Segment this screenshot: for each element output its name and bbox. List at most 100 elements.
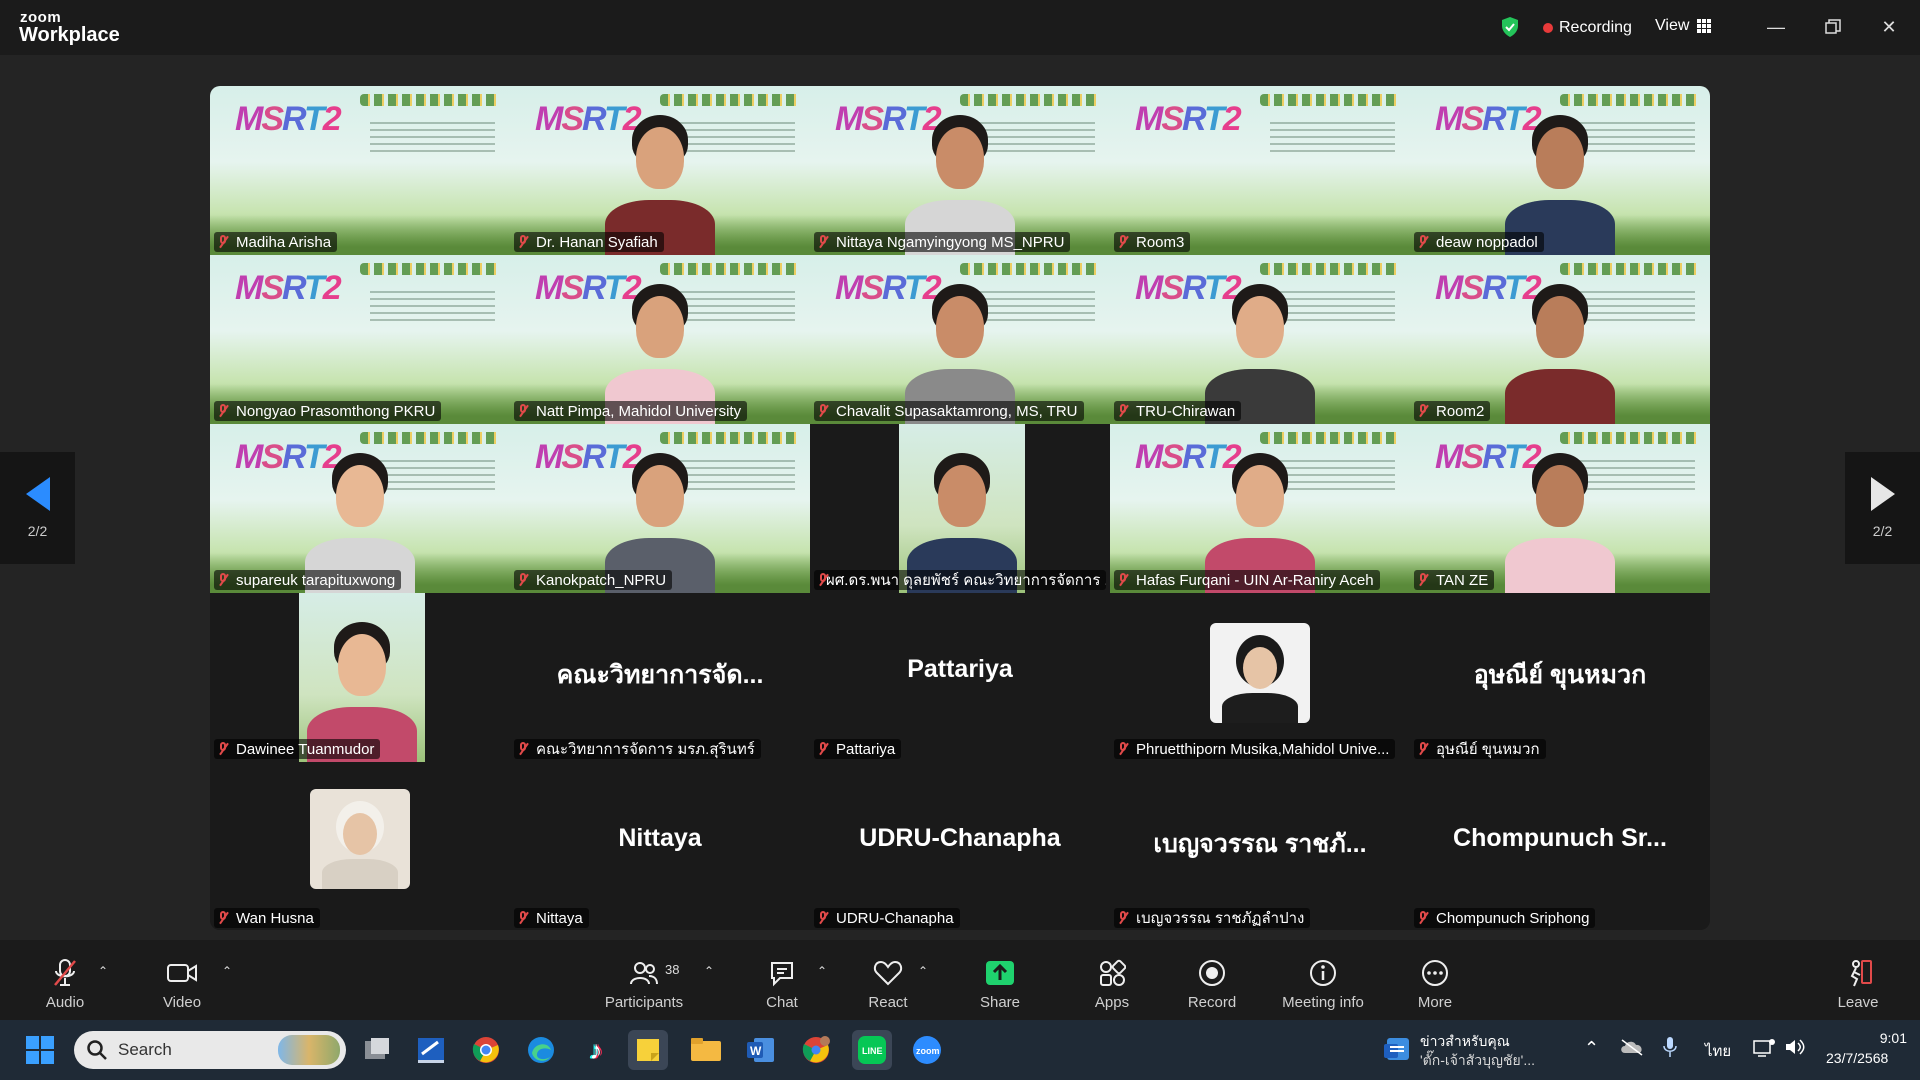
participant-name: Chavalit Supasaktamrong, MS, TRU (836, 402, 1078, 420)
video-options-caret-icon[interactable]: ⌃ (222, 964, 232, 978)
sponsor-logos (360, 432, 500, 444)
react-button[interactable]: React (848, 940, 928, 1020)
camera-icon (166, 958, 198, 988)
sponsor-logos (960, 94, 1100, 106)
recording-indicator[interactable]: Recording (1543, 17, 1632, 39)
minimize-icon[interactable]: — (1763, 14, 1789, 40)
sponsor-logos (960, 263, 1100, 275)
participant-name: Dawinee Tuanmudor (236, 740, 375, 758)
participant-name: TRU-Chirawan (1136, 402, 1236, 420)
microphone-tray-icon[interactable] (1662, 1036, 1678, 1062)
share-button[interactable]: Share (960, 940, 1040, 1020)
edge-icon[interactable] (521, 1030, 561, 1070)
audio-options-caret-icon[interactable]: ⌃ (98, 964, 108, 978)
participants-options-caret-icon[interactable]: ⌃ (704, 964, 714, 978)
participant-tile[interactable]: อุษณีย์ ขุนหมวก อุษณีย์ ขุนหมวก (1410, 593, 1710, 762)
participant-video-tile[interactable]: MSRT2 TAN ZE (1410, 424, 1710, 593)
participant-tile[interactable]: Pattariya Pattariya (810, 593, 1110, 762)
participant-video-tile[interactable]: MSRT2 Chavalit Supasaktamrong, MS, TRU (810, 255, 1110, 424)
participant-tile[interactable]: Chompunuch Sr... Chompunuch Sriphong (1410, 762, 1710, 930)
participant-name-label: Kanokpatch_NPRU (514, 570, 673, 590)
participant-tile[interactable]: เบญจวรรณ ราชภั... เบญจวรรณ ราชภัฏลำปาง (1110, 762, 1410, 930)
participant-video-tile[interactable]: MSRT2 Room3 (1110, 86, 1410, 255)
clock-date[interactable]: 23/7/2568 (1826, 1050, 1888, 1066)
participant-tile[interactable]: Wan Husna (210, 762, 510, 930)
participant-name-label: Hafas Furqani - UIN Ar-Raniry Aceh (1114, 570, 1380, 590)
participant-video-tile[interactable]: MSRT2 Kanokpatch_NPRU (510, 424, 810, 593)
close-icon[interactable]: ✕ (1876, 14, 1902, 40)
record-button[interactable]: Record (1172, 940, 1252, 1020)
participant-name: TAN ZE (1436, 571, 1489, 589)
taskbar-search-box[interactable]: Search (74, 1031, 346, 1069)
participant-name-label: Nittaya (514, 908, 589, 928)
participant-video-tile[interactable]: MSRT2 Nongyao Prasomthong PKRU (210, 255, 510, 424)
mic-muted-icon (218, 911, 228, 925)
video-label: Video (162, 994, 202, 1011)
participant-avatar (310, 789, 410, 889)
mic-muted-icon (1418, 573, 1428, 587)
video-gallery: MSRT2 Madiha Arisha MSRT2 Dr. Hanan Syafiah… (210, 86, 1710, 930)
chrome-icon[interactable] (466, 1030, 506, 1070)
participants-button[interactable]: Participants (604, 940, 684, 1020)
word-icon[interactable]: W (741, 1030, 781, 1070)
network-icon[interactable] (1752, 1038, 1776, 1062)
audio-button[interactable]: Audio (25, 940, 105, 1020)
restore-icon[interactable] (1820, 14, 1846, 40)
encryption-shield-icon[interactable] (1500, 16, 1520, 38)
participant-name-label: Natt Pimpa, Mahidol University (514, 401, 748, 421)
participant-video-tile[interactable]: MSRT2 Dr. Hanan Syafiah (510, 86, 810, 255)
onedrive-icon[interactable] (1620, 1038, 1644, 1060)
participant-video-tile[interactable]: MSRT2 supareuk tarapituxwong (210, 424, 510, 593)
view-button[interactable]: View (1655, 17, 1712, 35)
line-icon[interactable]: LINE (852, 1030, 892, 1070)
file-explorer-icon[interactable] (686, 1030, 726, 1070)
news-widget-icon[interactable] (1378, 1030, 1418, 1070)
more-button[interactable]: More (1395, 940, 1475, 1020)
zoom-app-icon[interactable]: zoom (907, 1030, 947, 1070)
participant-video-tile[interactable]: MSRT2 Madiha Arisha (210, 86, 510, 255)
participant-tile[interactable]: Nittaya Nittaya (510, 762, 810, 930)
participant-video-tile[interactable]: MSRT2 Nittaya Ngamyingyong MS_NPRU (810, 86, 1110, 255)
react-options-caret-icon[interactable]: ⌃ (918, 964, 928, 978)
participant-video-tile[interactable]: MSRT2 deaw noppadol (1410, 86, 1710, 255)
search-placeholder: Search (118, 1040, 172, 1059)
meeting-info-button[interactable]: Meeting info (1282, 940, 1364, 1020)
participant-video-tile[interactable]: MSRT2 TRU-Chirawan (1110, 255, 1410, 424)
tray-expand-icon[interactable]: ⌃ (1584, 1038, 1599, 1059)
tiktok-icon[interactable]: ♪ (576, 1030, 616, 1070)
conference-logo: MSRT2 (235, 100, 342, 138)
chat-icon (768, 958, 796, 988)
participant-tile[interactable]: Phruetthiporn Musika,Mahidol Unive... (1110, 593, 1410, 762)
news-widget-line2[interactable]: 'ตั๊ก-เจ้าสัวบุญชัย'... (1420, 1050, 1535, 1072)
participant-video-tile[interactable]: MSRT2 Hafas Furqani - UIN Ar-Raniry Aceh (1110, 424, 1410, 593)
leave-button[interactable]: Leave (1818, 940, 1898, 1020)
prev-page-button[interactable]: 2/2 (0, 452, 75, 564)
share-screen-icon (985, 958, 1015, 988)
apps-button[interactable]: Apps (1072, 940, 1152, 1020)
participant-name: Hafas Furqani - UIN Ar-Raniry Aceh (1136, 571, 1374, 589)
sticky-notes-icon[interactable] (628, 1030, 668, 1070)
clock-time[interactable]: 9:01 (1855, 1030, 1907, 1046)
chrome-profile-icon[interactable] (796, 1030, 836, 1070)
volume-icon[interactable] (1784, 1037, 1806, 1061)
app-icon-generic[interactable] (411, 1030, 451, 1070)
chat-options-caret-icon[interactable]: ⌃ (817, 964, 827, 978)
participant-video-tile[interactable]: ผศ.ดร.พนา ดุลยพัชร์ คณะวิทยาการจัดการ ..… (810, 424, 1110, 593)
windows-start-icon[interactable] (20, 1030, 60, 1070)
video-button[interactable]: Video (142, 940, 222, 1020)
language-indicator[interactable]: ไทย (1705, 1039, 1731, 1063)
participant-name-label: UDRU-Chanapha (814, 908, 960, 928)
participant-video-tile[interactable]: MSRT2 Natt Pimpa, Mahidol University (510, 255, 810, 424)
participant-display-name: UDRU-Chanapha (859, 824, 1061, 852)
participant-video-tile[interactable]: MSRT2 Room2 (1410, 255, 1710, 424)
leave-icon (1843, 958, 1873, 988)
participant-tile[interactable]: คณะวิทยาการจัด... คณะวิทยาการจัดการ มรภ.ส… (510, 593, 810, 762)
participant-name: Phruetthiporn Musika,Mahidol Unive... (1136, 740, 1390, 758)
chat-button[interactable]: Chat (742, 940, 822, 1020)
participant-name-label: deaw noppadol (1414, 232, 1544, 252)
participant-tile[interactable]: UDRU-Chanapha UDRU-Chanapha (810, 762, 1110, 930)
next-page-button[interactable]: 2/2 (1845, 452, 1920, 564)
participant-tile[interactable]: Dawinee Tuanmudor (210, 593, 510, 762)
task-view-icon[interactable] (357, 1030, 397, 1070)
record-icon (1197, 958, 1227, 988)
